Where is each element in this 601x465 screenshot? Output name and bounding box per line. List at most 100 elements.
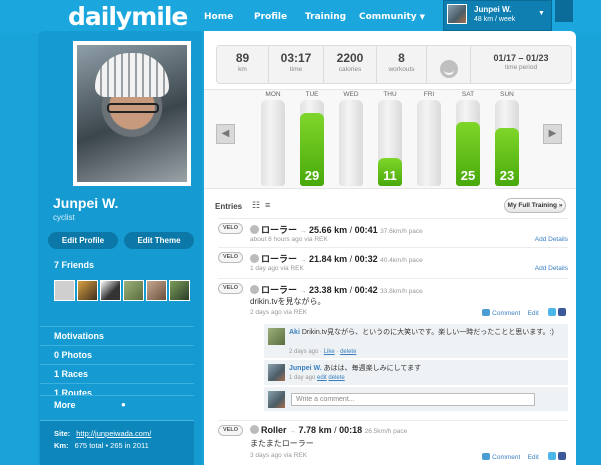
delete-link[interactable]: delete xyxy=(340,349,356,355)
comment-text: Junpei W. あはは、毎週楽しみにしてます xyxy=(289,365,422,372)
list-view-icon[interactable]: ☷ xyxy=(252,200,260,211)
twitter-icon[interactable] xyxy=(548,308,556,316)
stat-km: 89 km xyxy=(217,46,269,83)
day-bar-track: 23 xyxy=(495,100,519,186)
day-column-fri[interactable]: FRI xyxy=(417,91,441,186)
comment-link[interactable]: Comment xyxy=(492,310,520,317)
activity-icon xyxy=(250,285,259,294)
entry-summary: ローラー → 21.84 km / 00:32 40.4km/h pace xyxy=(250,252,423,265)
profile-subtitle: cyclist xyxy=(53,213,75,222)
entry-meta: 3 days ago via REK xyxy=(250,452,308,459)
week-chart: ◀ ▶ MON TUE 29 WED THU 11 FRI SAT 25 SUN 23 xyxy=(204,89,576,189)
edit-theme-button[interactable]: Edit Theme xyxy=(124,232,194,249)
compact-view-icon[interactable]: ≡ xyxy=(265,200,270,210)
friend-avatar[interactable] xyxy=(146,280,167,301)
bookmark-icon[interactable] xyxy=(555,0,573,22)
nav-home[interactable]: Home xyxy=(204,12,233,22)
entry-summary: Roller → 7.78 km / 00:18 26.5km/h pace xyxy=(250,425,407,435)
full-training-button[interactable]: My Full Training » xyxy=(504,198,566,213)
day-column-thu[interactable]: THU 11 xyxy=(378,91,402,186)
avatar xyxy=(268,328,285,345)
add-details-link[interactable]: Add Details xyxy=(535,265,568,272)
nav-training[interactable]: Training xyxy=(305,12,346,22)
edit-link[interactable]: Edit xyxy=(528,454,539,461)
friend-avatar[interactable] xyxy=(77,280,98,301)
friend-avatar[interactable] xyxy=(54,280,75,301)
activity-icon xyxy=(250,254,259,263)
profile-name: Junpei W. xyxy=(53,195,119,211)
add-details-link[interactable]: Add Details xyxy=(535,236,568,243)
day-label: WED xyxy=(343,91,359,98)
site-label: Site: xyxy=(54,429,71,438)
day-bar-track xyxy=(261,100,285,186)
dailymile-logo[interactable]: dailymile xyxy=(68,2,188,31)
entry-summary: ローラー → 25.66 km / 00:41 37.6km/h pace xyxy=(250,223,423,236)
next-week-arrow-icon[interactable]: ▶ xyxy=(543,124,562,144)
sidebar-item-motivations[interactable]: Motivations xyxy=(40,326,194,345)
edit-link[interactable]: Edit xyxy=(528,310,539,317)
day-label: SAT xyxy=(461,91,475,98)
user-menu[interactable]: Junpei W. 48 km / week ▼ xyxy=(443,0,552,31)
friends-list xyxy=(54,280,190,301)
user-weekly-rate: 48 km / week xyxy=(474,16,516,23)
comment-link[interactable]: Comment xyxy=(492,454,520,461)
entry-actions: Comment Edit xyxy=(482,452,566,461)
entry-row: VELO ローラー → 25.66 km / 00:41 37.6km/h pa… xyxy=(218,218,568,246)
sidebar-item-more[interactable]: More xyxy=(40,395,194,414)
entry-meta: 2 days ago via REK xyxy=(250,309,308,316)
activity-icon xyxy=(250,225,259,234)
friends-heading[interactable]: 7 Friends xyxy=(54,260,94,270)
sidebar-item-photos[interactable]: 0 Photos xyxy=(40,345,194,364)
friend-avatar[interactable] xyxy=(123,280,144,301)
delete-link[interactable]: delete xyxy=(328,375,344,381)
nav-profile[interactable]: Profile xyxy=(254,12,287,22)
km-row: Km: 675 total • 265 in 2011 xyxy=(54,441,149,450)
comment-input[interactable]: Write a comment... xyxy=(291,393,535,406)
km-label: Km: xyxy=(54,441,69,450)
km-value: 675 total • 265 in 2011 xyxy=(74,441,149,450)
day-column-tue[interactable]: TUE 29 xyxy=(300,91,324,186)
edit-profile-button[interactable]: Edit Profile xyxy=(48,232,118,249)
entry-description: drikin.tvを見ながら。 xyxy=(250,297,326,306)
entry-summary: ローラー → 23.38 km / 00:42 33.8km/h pace xyxy=(250,283,423,296)
site-row: Site: http://junpeiwada.com/ xyxy=(54,429,151,438)
entry-meta: about 8 hours ago via REK xyxy=(250,236,328,243)
day-column-wed[interactable]: WED xyxy=(339,91,363,186)
comment-form: Write a comment... xyxy=(264,386,568,411)
twitter-icon[interactable] xyxy=(548,452,556,460)
avatar xyxy=(447,4,467,24)
chevron-down-icon[interactable]: ● xyxy=(121,400,126,409)
stat-time: 03:17 time xyxy=(269,46,324,83)
top-bar: dailymile Home Profile Training Communit… xyxy=(0,0,601,33)
entry-row: VELO ローラー → 21.84 km / 00:32 40.4km/h pa… xyxy=(218,247,568,277)
day-column-sat[interactable]: SAT 25 xyxy=(456,91,480,186)
edit-link[interactable]: edit xyxy=(317,375,327,381)
chevron-down-icon: ▼ xyxy=(419,13,426,21)
profile-footer: Site: http://junpeiwada.com/ Km: 675 total… xyxy=(40,420,194,465)
day-distance: 29 xyxy=(304,168,320,183)
like-link[interactable]: Like xyxy=(324,349,335,355)
smiley-icon xyxy=(439,60,458,78)
friend-avatar[interactable] xyxy=(169,280,190,301)
stat-workouts: 8 workouts xyxy=(377,46,427,83)
facebook-icon[interactable] xyxy=(558,308,566,316)
velo-badge: VELO xyxy=(218,283,243,294)
day-label: FRI xyxy=(423,91,435,98)
site-link[interactable]: http://junpeiwada.com/ xyxy=(76,429,151,438)
stat-calories: 2200 calories xyxy=(324,46,377,83)
chevron-down-icon: ▼ xyxy=(538,10,545,17)
avatar xyxy=(268,364,285,381)
entry-description: またまたローラー xyxy=(250,439,314,448)
entry-meta: 1 day ago via REK xyxy=(250,265,304,272)
facebook-icon[interactable] xyxy=(558,452,566,460)
activity-icon xyxy=(250,425,259,434)
sidebar-item-races[interactable]: 1 Races xyxy=(40,364,194,383)
previous-week-arrow-icon[interactable]: ◀ xyxy=(216,124,235,144)
comment-icon[interactable] xyxy=(482,453,491,460)
day-column-sun[interactable]: SUN 23 xyxy=(495,91,519,186)
nav-community[interactable]: Community ▼ xyxy=(359,12,425,22)
comment-icon[interactable] xyxy=(482,309,491,316)
day-column-mon[interactable]: MON xyxy=(261,91,285,186)
main-panel: 89 km 03:17 time 2200 calories 8 workouts 01… xyxy=(204,31,576,465)
friend-avatar[interactable] xyxy=(100,280,121,301)
